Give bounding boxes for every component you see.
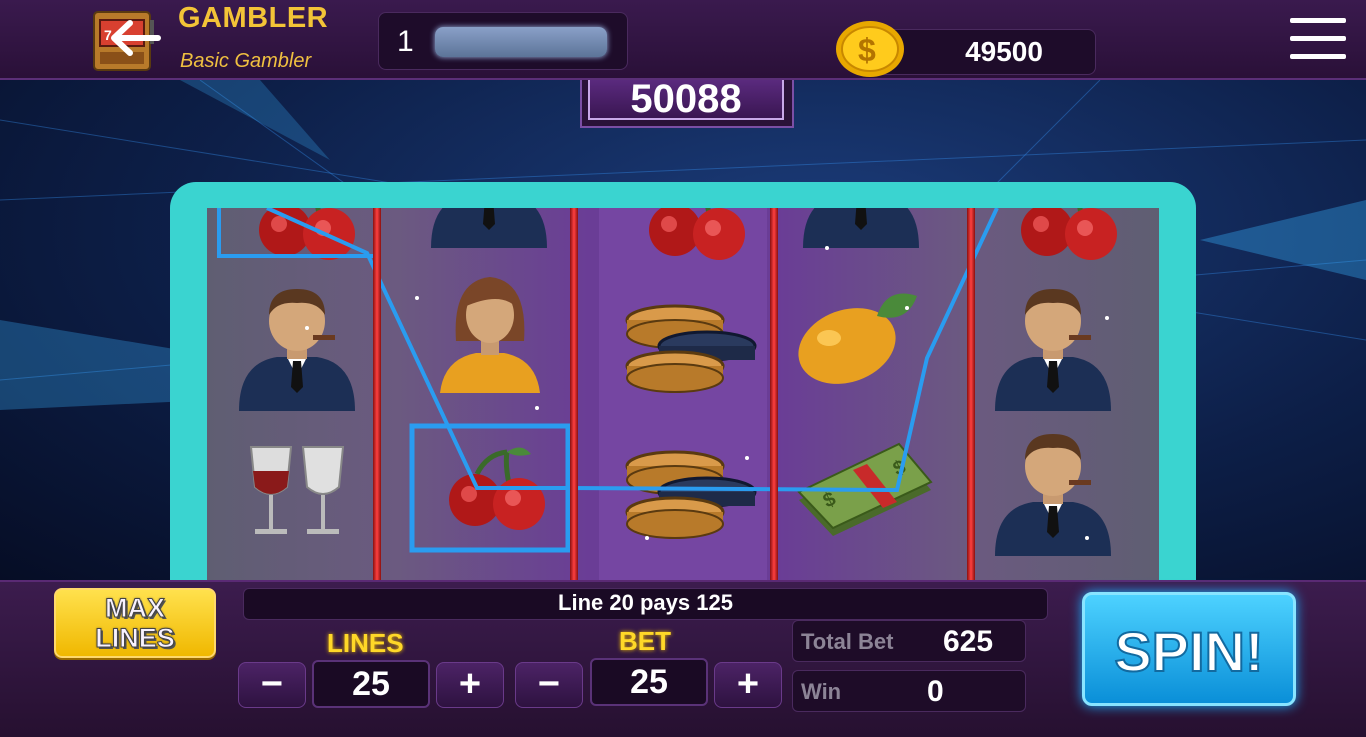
max-lines-button[interactable]: MAX LINES bbox=[54, 588, 216, 658]
level-number: 1 bbox=[397, 25, 414, 58]
coin-value: 49500 bbox=[965, 36, 1043, 67]
level-panel: 1 bbox=[378, 12, 628, 70]
total-bet-box: Total Bet 625 bbox=[792, 620, 1026, 662]
spin-button[interactable]: SPIN! bbox=[1082, 592, 1296, 706]
total-bet-value: 625 bbox=[943, 625, 994, 658]
bet-minus-button[interactable]: − bbox=[515, 662, 583, 708]
bet-plus-button[interactable]: + bbox=[714, 662, 782, 708]
win-label: Win bbox=[801, 679, 842, 704]
jackpot-panel: 50088 bbox=[580, 79, 794, 128]
menu-bar bbox=[1290, 18, 1346, 23]
win-value: 0 bbox=[927, 675, 944, 708]
reel-divider bbox=[373, 208, 381, 580]
bet-value: 25 bbox=[590, 658, 708, 706]
reel-symbols: $ $ bbox=[217, 208, 1159, 580]
coin-box: 49500 bbox=[872, 29, 1096, 75]
back-button[interactable]: 7 bbox=[92, 6, 162, 74]
payline-message: Line 20 pays 125 bbox=[243, 588, 1048, 620]
max-lines-label: MAX LINES bbox=[95, 593, 176, 654]
bet-label: BET bbox=[619, 626, 671, 656]
lines-minus-button[interactable]: − bbox=[238, 662, 306, 708]
back-arrow-icon bbox=[111, 20, 161, 56]
top-bar: 7 GAMBLER Basic Gambler 1 49500 $ bbox=[0, 0, 1366, 80]
jackpot-value: 50088 bbox=[588, 79, 784, 120]
lines-label: LINES bbox=[327, 628, 404, 658]
coin-balance: 49500 $ bbox=[832, 20, 1096, 77]
lines-plus-button[interactable]: + bbox=[436, 662, 504, 708]
xp-progress-bar bbox=[435, 27, 607, 57]
svg-text:$: $ bbox=[858, 32, 876, 68]
game-title: GAMBLER bbox=[178, 2, 329, 34]
win-box: Win 0 bbox=[792, 670, 1026, 712]
reel-divider bbox=[770, 208, 778, 580]
reel-divider bbox=[967, 208, 975, 580]
reel-divider bbox=[570, 208, 578, 580]
hamburger-menu-icon[interactable] bbox=[1290, 18, 1346, 62]
spin-label: SPIN! bbox=[1113, 619, 1264, 684]
menu-bar bbox=[1290, 54, 1346, 59]
dollar-coin-icon: $ bbox=[836, 21, 904, 77]
lines-value: 25 bbox=[312, 660, 430, 708]
reels-window: $ $ bbox=[207, 208, 1159, 580]
total-bet-label: Total Bet bbox=[801, 629, 894, 654]
menu-bar bbox=[1290, 36, 1346, 41]
player-rank: Basic Gambler bbox=[180, 50, 312, 72]
